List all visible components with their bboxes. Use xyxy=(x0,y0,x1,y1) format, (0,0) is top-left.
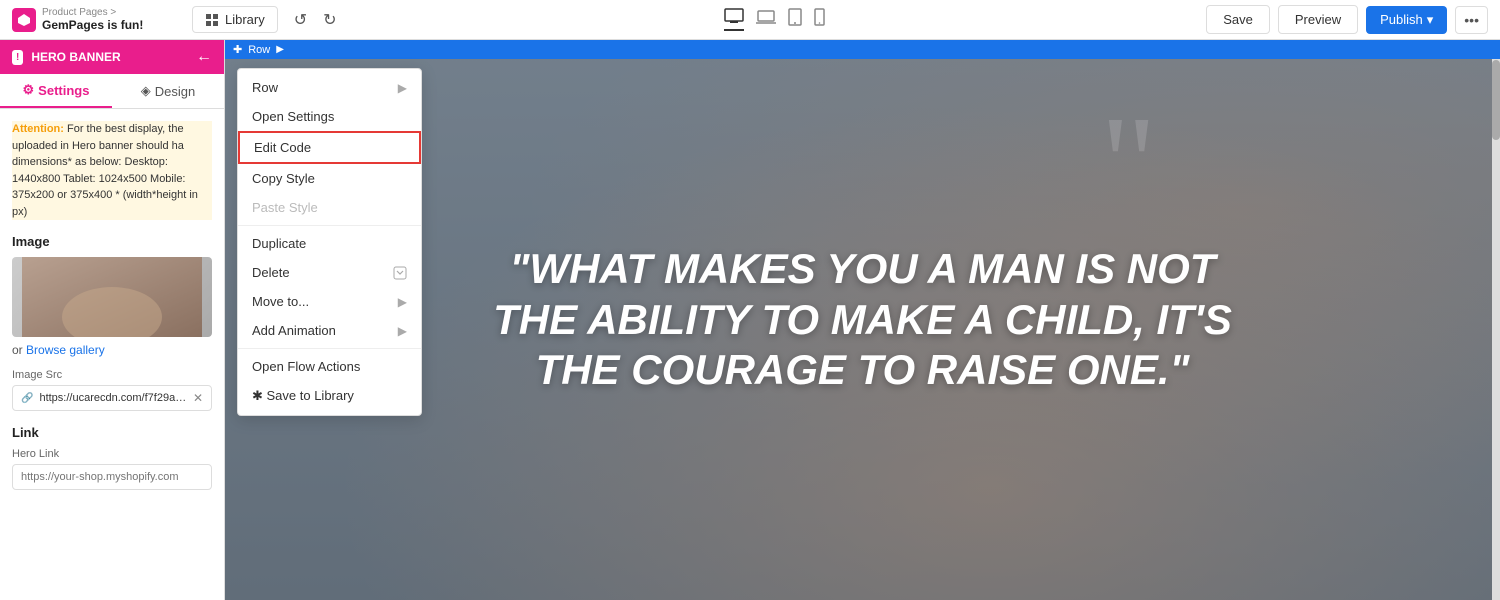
row-bar: ✚ Row ▶ xyxy=(225,40,1500,59)
device-switcher xyxy=(724,8,825,31)
ctx-copy-style[interactable]: Copy Style xyxy=(238,164,421,193)
design-icon: ◈ xyxy=(141,83,151,99)
publish-button[interactable]: Publish ▾ xyxy=(1366,6,1447,34)
attention-box: Attention: For the best display, the upl… xyxy=(12,121,212,220)
hero-link-input[interactable] xyxy=(12,464,212,490)
row-arrow-icon[interactable]: ▶ xyxy=(276,44,284,55)
row-plus-icon: ✚ xyxy=(233,43,242,56)
hero-banner-bar: ! HERO BANNER ← xyxy=(0,40,224,74)
undo-button[interactable]: ↺ xyxy=(288,6,313,34)
ctx-divider-2 xyxy=(238,348,421,349)
ctx-arrow-icon: ▶ xyxy=(398,81,407,95)
ctx-divider-1 xyxy=(238,225,421,226)
topbar: Product Pages > GemPages is fun! Library… xyxy=(0,0,1500,40)
breadcrumb: Product Pages > xyxy=(42,7,143,18)
decorative-quote: " xyxy=(1100,120,1220,220)
link-section-label: Link xyxy=(12,425,212,440)
browse-gallery-link[interactable]: Browse gallery xyxy=(26,343,105,357)
save-button[interactable]: Save xyxy=(1206,5,1270,34)
preview-image xyxy=(12,257,212,337)
desktop-icon[interactable] xyxy=(724,8,744,31)
ctx-delete-key xyxy=(393,266,407,280)
mobile-icon[interactable] xyxy=(814,8,825,31)
back-icon[interactable]: ← xyxy=(196,48,212,66)
laptop-icon[interactable] xyxy=(756,9,776,30)
ctx-animation-arrow-icon: ▶ xyxy=(398,324,407,338)
browse-row: or Browse gallery xyxy=(12,343,212,357)
hero-banner-icon: ! xyxy=(12,50,23,65)
app-title: GemPages is fun! xyxy=(42,18,143,32)
ctx-open-settings[interactable]: Open Settings xyxy=(238,102,421,131)
right-actions: Save Preview Publish ▾ ••• xyxy=(1206,5,1488,34)
tab-settings[interactable]: ⚙ Settings xyxy=(0,74,112,108)
ctx-duplicate[interactable]: Duplicate xyxy=(238,229,421,258)
ctx-save-library[interactable]: ✱ Save to Library xyxy=(238,381,421,411)
sidebar-content: Attention: For the best display, the upl… xyxy=(0,109,224,600)
image-src-label: Image Src xyxy=(12,369,212,381)
image-section-label: Image xyxy=(12,234,212,249)
ctx-edit-code[interactable]: Edit Code xyxy=(238,131,421,164)
ctx-paste-style: Paste Style xyxy=(238,193,421,222)
hero-banner-label: HERO BANNER xyxy=(31,50,188,64)
scrollbar-thumb[interactable] xyxy=(1492,60,1500,140)
redo-button[interactable]: ↻ xyxy=(317,6,342,34)
ctx-delete[interactable]: Delete xyxy=(238,258,421,287)
link-icon: 🔗 xyxy=(21,393,33,404)
ctx-open-flow[interactable]: Open Flow Actions xyxy=(238,352,421,381)
publish-chevron-icon: ▾ xyxy=(1427,12,1434,28)
sidebar: ! HERO BANNER ← ⚙ Settings ◈ Design Atte… xyxy=(0,40,225,600)
grid-icon xyxy=(205,13,219,27)
preview-button[interactable]: Preview xyxy=(1278,5,1358,34)
hero-link-label: Hero Link xyxy=(12,448,212,460)
sidebar-tabs: ⚙ Settings ◈ Design xyxy=(0,74,224,109)
quote-text: "WHAT MAKES YOU A MAN IS NOT THE ABILITY… xyxy=(473,224,1253,415)
tablet-icon[interactable] xyxy=(788,8,802,31)
canvas: ✚ Row ▶ Row ▶ Open Settings Edit Code Co… xyxy=(225,40,1500,600)
svg-text:": " xyxy=(1100,120,1157,220)
more-options-button[interactable]: ••• xyxy=(1455,6,1488,34)
library-button[interactable]: Library xyxy=(192,6,278,33)
main-layout: ! HERO BANNER ← ⚙ Settings ◈ Design Atte… xyxy=(0,40,1500,600)
image-preview xyxy=(12,257,212,337)
context-menu: Row ▶ Open Settings Edit Code Copy Style… xyxy=(237,68,422,416)
brand-text: Product Pages > GemPages is fun! xyxy=(42,7,143,32)
brand-icon xyxy=(12,8,36,32)
ctx-move-to[interactable]: Move to... ▶ xyxy=(238,287,421,316)
brand-area: Product Pages > GemPages is fun! xyxy=(12,7,182,32)
image-preview-inner xyxy=(12,257,212,337)
image-src-value: https://ucarecdn.com/f7f29a68- xyxy=(39,392,186,404)
clear-src-icon[interactable]: ✕ xyxy=(193,391,203,405)
settings-icon: ⚙ xyxy=(23,82,35,98)
image-src-input[interactable]: 🔗 https://ucarecdn.com/f7f29a68- ✕ xyxy=(12,385,212,411)
ctx-add-animation[interactable]: Add Animation ▶ xyxy=(238,316,421,345)
undo-redo-group: ↺ ↻ xyxy=(288,6,343,34)
scrollbar[interactable] xyxy=(1492,40,1500,600)
ctx-move-arrow-icon: ▶ xyxy=(398,295,407,309)
link-section: Link Hero Link xyxy=(12,425,212,490)
ctx-row[interactable]: Row ▶ xyxy=(238,73,421,102)
tab-design[interactable]: ◈ Design xyxy=(112,74,224,108)
